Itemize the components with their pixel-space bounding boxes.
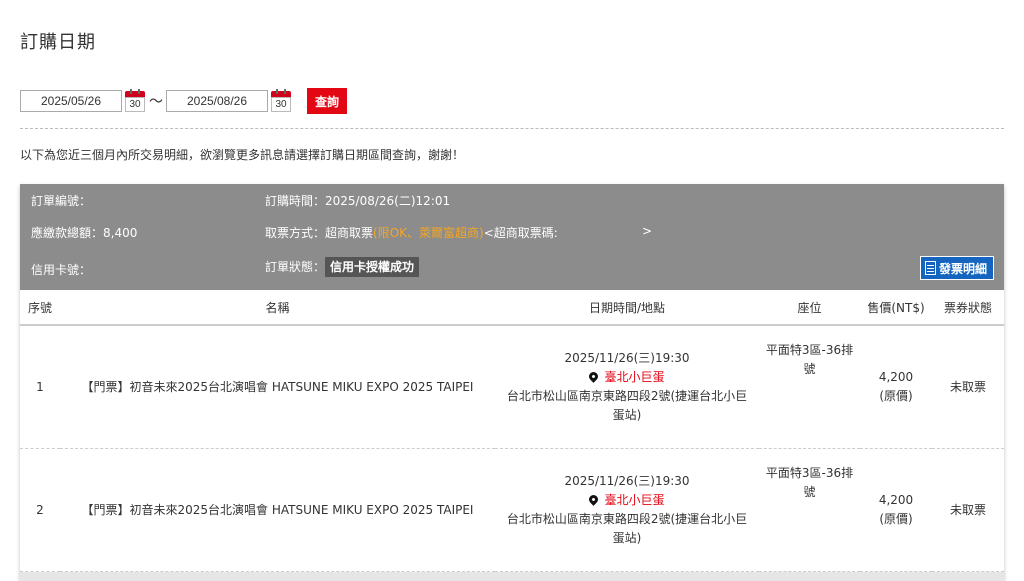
end-date-input[interactable]: [166, 90, 268, 112]
row-name: 【門票】初音未來2025台北演唱會 HATSUNE MIKU EXPO 2025…: [60, 325, 495, 449]
invoice-icon: [924, 261, 936, 275]
row-no: 2: [20, 448, 60, 572]
row-datetime-venue: 2025/11/26(三)19:30 臺北小巨蛋 台北市松山區南京東路四段2號(…: [495, 325, 759, 449]
calendar-icon-day: 30: [125, 97, 145, 112]
order-time-value: 2025/08/26(二)12:01: [325, 194, 451, 208]
amount-value: 8,400: [103, 226, 138, 240]
pickup-method: 取票方式：超商取票(限OK、萊爾富超商)<超商取票碼:: [265, 224, 558, 241]
pickup-code-end: >: [642, 224, 653, 238]
location-pin-icon: [587, 370, 601, 383]
row-venue-link[interactable]: 臺北小巨蛋: [604, 493, 664, 507]
status-badge: 信用卡授權成功: [325, 257, 420, 277]
amount-label: 應繳款總額：: [31, 226, 104, 240]
row-price: 4,200 (原價): [860, 448, 932, 572]
column-header-name: 名稱: [60, 290, 495, 326]
row-name: 【門票】初音未來2025台北演唱會 HATSUNE MIKU EXPO 2025…: [60, 448, 495, 572]
column-header-seat: 座位: [759, 290, 860, 326]
row-address: 台北市松山區南京東路四段2號(捷運台北小巨蛋站): [506, 389, 748, 422]
column-header-no: 序號: [20, 290, 60, 326]
notice-text: 以下為您近三個月內所交易明細，欲瀏覽更多訊息請選擇訂購日期區間查詢，謝謝！: [20, 148, 465, 162]
card-number-label: 信用卡號：: [31, 263, 92, 277]
order-number-label: 訂單編號：: [31, 194, 92, 208]
calendar-icon-day: 30: [271, 97, 291, 112]
order-card-footer: [20, 572, 1004, 581]
order-items-table: 序號 名稱 日期時間/地點 座位 售價(NT$) 票券狀態 1 【門票】初音未來…: [20, 290, 1004, 572]
page-title: 訂購日期: [20, 32, 96, 53]
table-row: 2 【門票】初音未來2025台北演唱會 HATSUNE MIKU EXPO 20…: [20, 448, 1004, 572]
row-price-value: 4,200: [878, 493, 914, 507]
row-price-note: (原價): [879, 512, 913, 526]
column-header-status: 票券狀態: [932, 290, 1004, 326]
pickup-code-label: <超商取票碼:: [483, 226, 558, 240]
row-no: 1: [20, 325, 60, 449]
invoice-label: 發票明細: [938, 261, 987, 276]
calendar-icon[interactable]: 30: [125, 89, 145, 112]
pickup-method-value: 超商取票: [325, 226, 374, 240]
date-filter: 30 ～ 30 查詢: [20, 88, 347, 114]
location-pin-icon: [587, 493, 601, 506]
order-time-label: 訂購時間：: [265, 194, 326, 208]
row-seat: 平面特3區-36排號: [759, 325, 860, 449]
row-seat: 平面特3區-36排號: [759, 448, 860, 572]
row-address: 台北市松山區南京東路四段2號(捷運台北小巨蛋站): [506, 512, 748, 545]
row-ticket-status: 未取票: [932, 448, 1004, 572]
table-header-row: 序號 名稱 日期時間/地點 座位 售價(NT$) 票券狀態: [20, 290, 1004, 326]
date-separator: ～: [149, 94, 163, 110]
row-datetime-venue: 2025/11/26(三)19:30 臺北小巨蛋 台北市松山區南京東路四段2號(…: [495, 448, 759, 572]
order-header: 訂單編號： 訂購時間：2025/08/26(二)12:01 應繳款總額：8,40…: [20, 184, 1004, 290]
row-venue-link[interactable]: 臺北小巨蛋: [604, 370, 664, 384]
pickup-label: 取票方式：: [265, 226, 326, 240]
pickup-note: (限OK、萊爾富超商): [373, 226, 484, 240]
row-datetime: 2025/11/26(三)19:30: [564, 351, 690, 365]
order-time: 訂購時間：2025/08/26(二)12:01: [265, 192, 450, 209]
table-row: 1 【門票】初音未來2025台北演唱會 HATSUNE MIKU EXPO 20…: [20, 325, 1004, 449]
row-price-value: 4,200: [878, 370, 914, 384]
column-header-price: 售價(NT$): [860, 290, 932, 326]
row-datetime: 2025/11/26(三)19:30: [564, 474, 690, 488]
order-card: 訂單編號： 訂購時間：2025/08/26(二)12:01 應繳款總額：8,40…: [20, 184, 1004, 581]
invoice-button[interactable]: 發票明細: [919, 256, 994, 280]
row-price: 4,200 (原價): [860, 325, 932, 449]
calendar-icon[interactable]: 30: [271, 89, 291, 112]
amount: 應繳款總額：8,400: [31, 224, 137, 241]
divider: [20, 128, 1004, 129]
search-button[interactable]: 查詢: [307, 88, 347, 114]
order-status: 訂單狀態： 信用卡授權成功: [265, 257, 420, 277]
column-header-datetime: 日期時間/地點: [495, 290, 759, 326]
row-ticket-status: 未取票: [932, 325, 1004, 449]
start-date-input[interactable]: [20, 90, 122, 112]
row-price-note: (原價): [879, 389, 913, 403]
order-status-label: 訂單狀態：: [265, 260, 326, 274]
